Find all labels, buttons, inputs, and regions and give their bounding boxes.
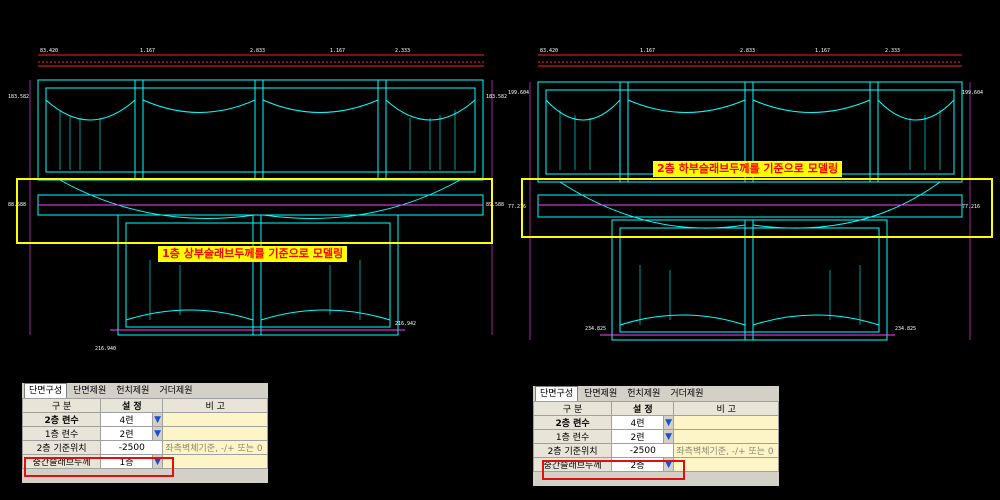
row-label: 2층 기준위치	[21, 440, 102, 455]
dim-left-7: 2.333	[395, 48, 410, 54]
dim-left-1: 83.420	[40, 48, 58, 54]
tab-section-spec[interactable]: 단면제원	[580, 387, 621, 401]
chevron-down-icon[interactable]: ▼	[662, 429, 675, 444]
row-note	[673, 429, 779, 444]
tab-section-spec[interactable]: 단면제원	[69, 384, 110, 398]
tab-girder-spec[interactable]: 거더제원	[155, 384, 196, 398]
table-row: 1층 련수 2련 ▼	[21, 426, 268, 441]
header-category: 구 분	[21, 398, 102, 413]
row-note	[162, 412, 268, 427]
header-category: 구 분	[532, 401, 613, 416]
dim-right-side-5: 199.604	[962, 90, 983, 96]
dim-left-side-5: 183.582	[486, 94, 507, 100]
row-value-select[interactable]: 2련	[100, 426, 153, 441]
header-setting: 설 정	[611, 401, 675, 416]
chevron-down-icon[interactable]: ▼	[662, 415, 675, 430]
row-note	[162, 454, 268, 469]
row-value-select[interactable]: 4련	[100, 412, 153, 427]
dim-right-side-3: 234.825	[585, 326, 606, 332]
row-value-select[interactable]: 2련	[611, 429, 664, 444]
row-label: 1층 련수	[21, 426, 102, 441]
left-annotation-label: 1층 상부슬래브두께를 기준으로 모델링	[158, 246, 348, 262]
row-note: 좌측벽체기준, -/+ 또는 0	[673, 443, 779, 458]
left-section-panel: 단면구성 단면제원 헌치제원 거더제원 구 분 설 정 비 고 2층 련수 4련…	[21, 383, 268, 483]
dim-right-side-4: 234.825	[895, 326, 916, 332]
grid-header: 구 분 설 정 비 고	[21, 398, 268, 413]
table-row: 2층 련수 4련 ▼	[21, 412, 268, 427]
panel-tabs: 단면구성 단면제원 헌치제원 거더제원	[533, 386, 779, 401]
row-note	[673, 457, 779, 472]
row-note	[162, 426, 268, 441]
dim-left-4: 1.167	[140, 48, 155, 54]
chevron-down-icon[interactable]: ▼	[151, 426, 164, 441]
tab-haunch-spec[interactable]: 헌치제원	[623, 387, 664, 401]
dim-right-7: 2.333	[885, 48, 900, 54]
dim-right-5: 2.833	[740, 48, 755, 54]
row-value-input[interactable]: -2500	[611, 443, 675, 458]
right-section-panel: 단면구성 단면제원 헌치제원 거더제원 구 분 설 정 비 고 2층 련수 4련…	[532, 386, 779, 486]
row-value-input[interactable]: -2500	[100, 440, 164, 455]
row-label: 1층 련수	[532, 429, 613, 444]
left-highlight-row-box	[24, 457, 174, 477]
dim-right-1: 83.420	[540, 48, 558, 54]
row-label: 2층 기준위치	[532, 443, 613, 458]
grid-header: 구 분 설 정 비 고	[532, 401, 779, 416]
dim-right-side-1: 199.604	[508, 90, 529, 96]
dim-right-4: 1.167	[640, 48, 655, 54]
tab-section-config[interactable]: 단면구성	[24, 383, 68, 398]
left-highlight-box	[16, 178, 493, 244]
right-highlight-row-box	[542, 460, 685, 480]
tab-girder-spec[interactable]: 거더제원	[666, 387, 707, 401]
row-value-select[interactable]: 4련	[611, 415, 664, 430]
table-row: 1층 련수 2련 ▼	[532, 429, 779, 444]
dim-left-side-1: 183.582	[8, 94, 29, 100]
right-highlight-box	[521, 178, 993, 238]
header-setting: 설 정	[100, 398, 164, 413]
dim-left-6: 1.167	[330, 48, 345, 54]
right-annotation-label: 2층 하부슬래브두께를 기준으로 모델링	[653, 161, 843, 177]
table-row: 2층 기준위치 -2500 좌측벽체기준, -/+ 또는 0	[532, 443, 779, 458]
header-remark: 비 고	[162, 398, 268, 413]
chevron-down-icon[interactable]: ▼	[151, 412, 164, 427]
row-note: 좌측벽체기준, -/+ 또는 0	[162, 440, 268, 455]
header-remark: 비 고	[673, 401, 779, 416]
dim-left-side-4: 216.942	[395, 321, 416, 327]
dim-right-6: 1.167	[815, 48, 830, 54]
dim-left-5: 2.833	[250, 48, 265, 54]
tab-section-config[interactable]: 단면구성	[535, 386, 579, 401]
row-note	[673, 415, 779, 430]
tab-haunch-spec[interactable]: 헌치제원	[112, 384, 153, 398]
row-label: 2층 련수	[21, 412, 102, 427]
dim-left-side-3: 216.940	[95, 346, 116, 352]
row-label: 2층 련수	[532, 415, 613, 430]
table-row: 2층 기준위치 -2500 좌측벽체기준, -/+ 또는 0	[21, 440, 268, 455]
panel-tabs: 단면구성 단면제원 헌치제원 거더제원	[22, 383, 268, 398]
table-row: 2층 련수 4련 ▼	[532, 415, 779, 430]
